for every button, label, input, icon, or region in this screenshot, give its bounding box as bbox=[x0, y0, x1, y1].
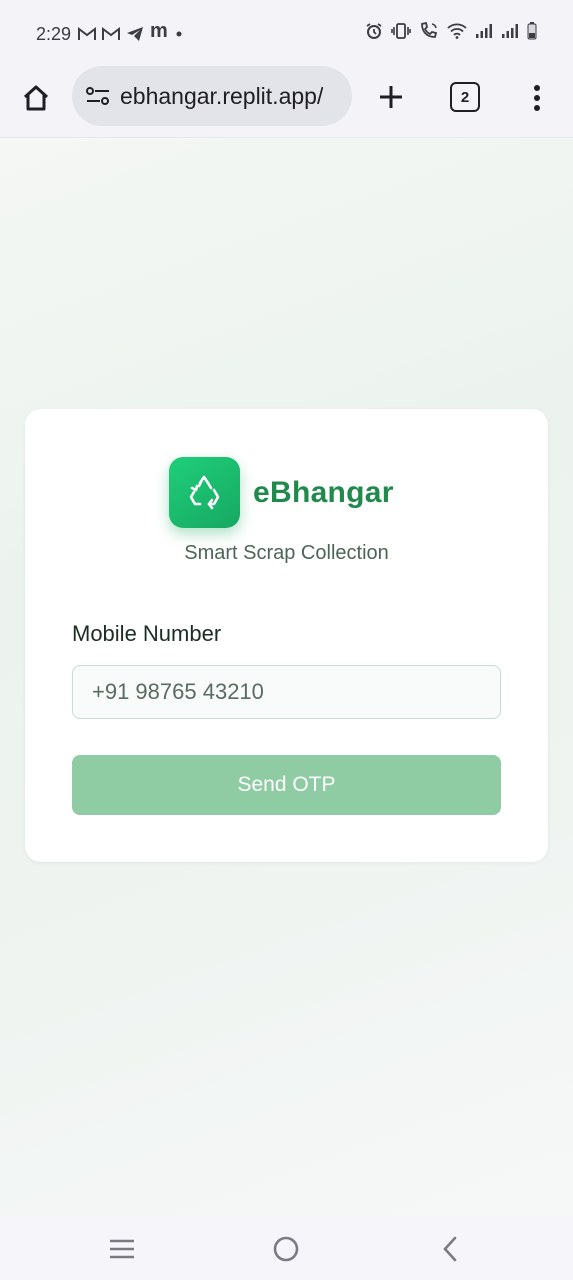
mobile-number-input[interactable] bbox=[72, 665, 501, 719]
address-bar[interactable]: ebhangar.replit.app/ bbox=[72, 66, 352, 126]
new-tab-button[interactable] bbox=[372, 78, 410, 116]
more-vert-icon bbox=[534, 85, 540, 111]
mobile-number-label: Mobile Number bbox=[72, 621, 222, 646]
gmail-icon bbox=[78, 26, 96, 41]
back-nav-button[interactable] bbox=[432, 1231, 468, 1267]
recent-apps-button[interactable] bbox=[104, 1231, 140, 1267]
signal-icon bbox=[501, 23, 519, 39]
tagline: Smart Scrap Collection bbox=[184, 542, 389, 564]
login-card: eBhangar Smart Scrap Collection Mobile N… bbox=[25, 409, 548, 862]
brand-name: eBhangar bbox=[253, 475, 394, 509]
browser-toolbar: ebhangar.replit.app/ 2 bbox=[0, 62, 573, 138]
plus-icon bbox=[380, 86, 402, 108]
back-chevron-icon bbox=[443, 1236, 457, 1262]
status-time: 2:29 bbox=[36, 24, 72, 44]
system-nav-bar bbox=[0, 1217, 573, 1280]
home-nav-button[interactable] bbox=[268, 1231, 304, 1267]
circle-home-icon bbox=[273, 1236, 299, 1262]
recycle-icon bbox=[189, 475, 219, 509]
url-text: ebhangar.replit.app/ bbox=[120, 82, 324, 109]
site-settings-icon[interactable] bbox=[84, 82, 112, 110]
telegram-icon bbox=[126, 26, 144, 42]
menu-lines-icon bbox=[110, 1239, 134, 1259]
dot-icon bbox=[174, 29, 184, 39]
battery-icon bbox=[527, 22, 537, 40]
tab-switcher-button[interactable]: 2 bbox=[450, 82, 480, 112]
tab-count: 2 bbox=[460, 88, 470, 106]
logo bbox=[169, 457, 240, 528]
m-app-icon: m bbox=[150, 20, 168, 42]
status-bar: 2:29 m bbox=[0, 0, 573, 62]
signal-icon bbox=[475, 23, 493, 39]
wifi-icon bbox=[447, 23, 467, 39]
wifi-call-icon bbox=[419, 22, 439, 40]
brand: eBhangar bbox=[169, 457, 394, 528]
home-icon bbox=[23, 85, 49, 111]
vibrate-icon bbox=[391, 23, 411, 39]
home-button[interactable] bbox=[18, 80, 54, 116]
gmail-icon bbox=[102, 26, 120, 41]
alarm-icon bbox=[365, 22, 383, 40]
browser-menu-button[interactable] bbox=[522, 78, 552, 118]
send-otp-button[interactable]: Send OTP bbox=[72, 755, 501, 815]
web-page: eBhangar Smart Scrap Collection Mobile N… bbox=[0, 139, 573, 1217]
